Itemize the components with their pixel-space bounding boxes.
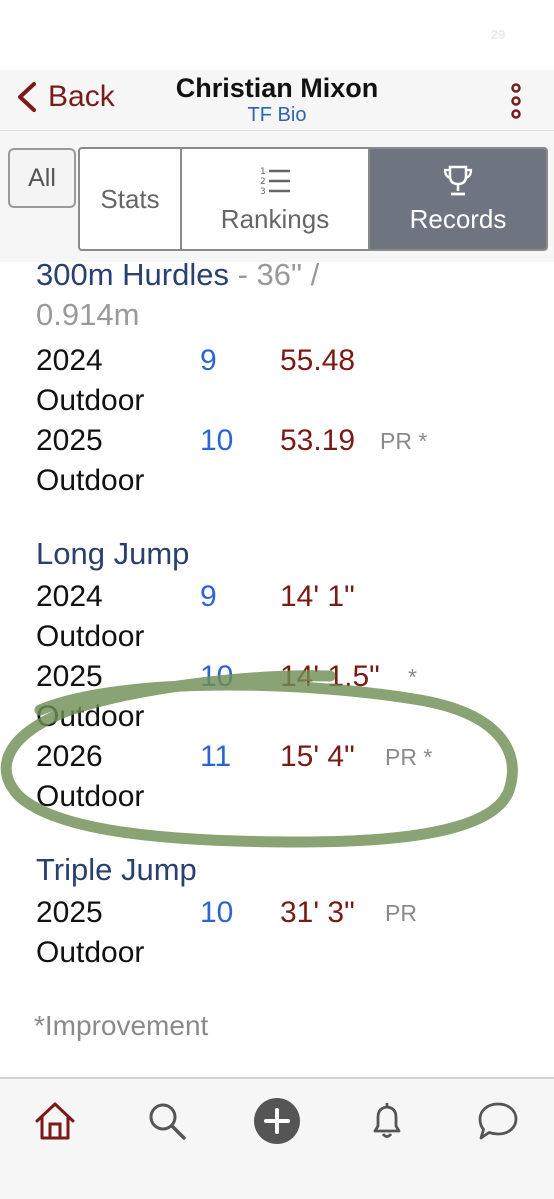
record-row[interactable]: 2024 9 55.48 (0, 341, 554, 381)
record-year: 2025 (36, 424, 103, 457)
app-store-back-link[interactable]: ◂ App Store (20, 42, 108, 62)
nav-header: Back Christian Mixon TF Bio (0, 70, 554, 130)
record-season: Outdoor (36, 620, 145, 653)
record-year: 2024 (36, 580, 103, 613)
record-row[interactable]: 2025 10 53.19 PR * (0, 421, 554, 461)
record-grade: 9 (200, 580, 217, 613)
record-grade: 10 (200, 896, 234, 929)
search-icon[interactable] (145, 1099, 189, 1143)
svg-text:2: 2 (260, 177, 266, 187)
record-season: Outdoor (36, 384, 145, 417)
record-year: 2026 (36, 740, 103, 773)
tab-stats[interactable]: Stats (80, 149, 182, 249)
event-title: Long Jump (36, 534, 189, 574)
svg-text:3: 3 (260, 187, 266, 197)
record-mark: 55.48 (280, 344, 356, 377)
status-time: 3:56 (62, 8, 113, 36)
event-name: Long Jump (36, 536, 190, 571)
event-spec-line: 0.914m (36, 297, 140, 332)
record-mark: 14' 1" (280, 580, 355, 613)
tab-records[interactable]: Records (370, 149, 546, 249)
title-block: Christian Mixon TF Bio (130, 72, 424, 126)
tab-rankings-label: Rankings (220, 203, 330, 234)
record-flags: * (408, 664, 417, 690)
record-row[interactable]: 2025 10 31' 3" PR (0, 893, 554, 933)
home-icon[interactable] (33, 1099, 77, 1143)
record-season: Outdoor (36, 780, 145, 813)
record-mark: 31' 3" (280, 896, 355, 929)
signal-icon (420, 27, 438, 41)
record-mark: 15' 4" (280, 740, 355, 773)
numbered-list-icon: 1 2 3 (260, 167, 290, 197)
event-title: Triple Jump (36, 850, 197, 890)
tab-group: Stats 1 2 3 Rankings Records (78, 147, 548, 251)
more-options-icon[interactable] (506, 82, 526, 120)
record-season: Outdoor (36, 464, 145, 497)
back-button[interactable]: Back (14, 80, 115, 114)
record-grade: 9 (200, 344, 217, 377)
add-icon[interactable] (253, 1097, 301, 1145)
chat-icon[interactable] (476, 1099, 520, 1143)
battery-indicator: 29 (480, 24, 516, 44)
event-title: 300m Hurdles - 36" / (36, 262, 319, 295)
tab-stats-label: Stats (100, 183, 160, 214)
chevron-left-icon (18, 82, 36, 112)
record-flags: PR * (380, 428, 428, 454)
footnote: *Improvement (34, 1010, 209, 1041)
wifi-icon (448, 26, 470, 41)
record-grade: 10 (200, 424, 234, 457)
tab-row: All Stats 1 2 3 Rankings Records (0, 130, 554, 262)
tab-rankings[interactable]: 1 2 3 Rankings (182, 149, 370, 249)
status-icons: 29 (420, 24, 516, 44)
tab-all[interactable]: All (8, 148, 76, 208)
tab-records-label: Records (409, 203, 507, 234)
record-mark: 53.19 (280, 424, 356, 457)
screen: 3:56 ◂ App Store 29 Back Christian Mixon… (0, 0, 554, 1199)
event-spec: - 36" / (228, 262, 320, 292)
record-season: Outdoor (36, 936, 145, 969)
record-flags: PR (385, 900, 417, 926)
record-season: Outdoor (36, 700, 145, 733)
record-mark: 14' 1.5" (280, 660, 380, 693)
record-year: 2025 (36, 896, 103, 929)
page-subtitle: TF Bio (247, 104, 307, 126)
page-title: Christian Mixon (175, 73, 379, 103)
record-grade: 10 (200, 660, 234, 693)
record-year: 2025 (36, 660, 103, 693)
record-grade: 11 (200, 740, 232, 773)
record-row[interactable]: 2024 9 14' 1" (0, 577, 554, 617)
status-bar: 3:56 ◂ App Store 29 (0, 0, 554, 70)
record-year: 2024 (36, 344, 103, 377)
bell-icon[interactable] (365, 1099, 409, 1143)
trophy-icon (443, 165, 473, 195)
record-flags: PR * (385, 744, 433, 770)
event-name: 300m Hurdles (36, 262, 229, 292)
record-row[interactable]: 2025 10 14' 1.5" * (0, 657, 554, 697)
back-label: Back (48, 80, 115, 113)
svg-text:1: 1 (260, 167, 266, 177)
event-name: Triple Jump (36, 852, 197, 887)
records-list: 300m Hurdles - 36" / 0.914m 2024 9 55.48… (0, 262, 554, 1077)
bottom-tab-bar (0, 1077, 554, 1199)
record-row[interactable]: 2026 11 15' 4" PR * (0, 737, 554, 777)
